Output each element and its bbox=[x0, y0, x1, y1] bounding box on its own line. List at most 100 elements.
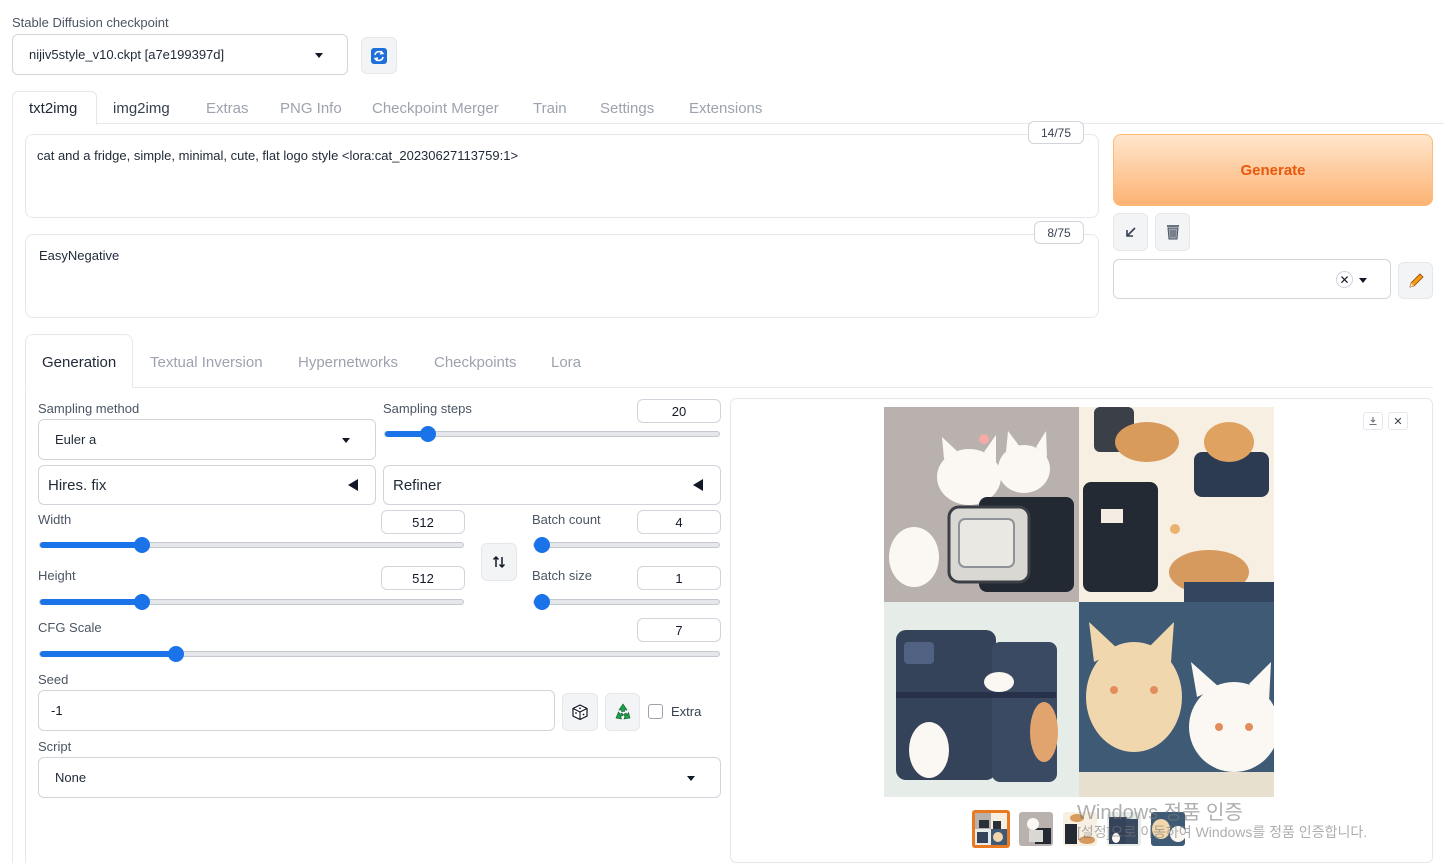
reuse-seed-button[interactable] bbox=[605, 693, 640, 731]
pencil-icon bbox=[1408, 272, 1424, 288]
width-input[interactable]: 512 bbox=[381, 510, 465, 534]
tab-checkpoints[interactable]: Checkpoints bbox=[434, 354, 517, 371]
tab-extensions[interactable]: Extensions bbox=[689, 100, 762, 117]
negative-token-counter: 8/75 bbox=[1034, 221, 1084, 244]
random-seed-button[interactable] bbox=[562, 693, 598, 731]
clear-prompt-button[interactable] bbox=[1155, 213, 1190, 251]
sampling-steps-slider[interactable] bbox=[384, 426, 720, 442]
script-select[interactable]: None bbox=[38, 757, 721, 798]
tab-lora[interactable]: Lora bbox=[551, 354, 581, 371]
extra-checkbox[interactable] bbox=[648, 704, 663, 719]
sampling-steps-label: Sampling steps bbox=[383, 401, 472, 416]
trash-icon bbox=[1166, 225, 1179, 240]
hires-fix-accordion[interactable]: Hires. fix bbox=[38, 465, 376, 505]
generated-image-2[interactable] bbox=[1079, 407, 1274, 602]
tab-settings[interactable]: Settings bbox=[600, 100, 654, 117]
windows-activation-title: Windows 정품 인증 bbox=[1077, 802, 1243, 824]
sampling-steps-input[interactable]: 20 bbox=[637, 399, 721, 423]
close-preview-button[interactable]: ✕ bbox=[1388, 412, 1408, 430]
refresh-checkpoint-button[interactable] bbox=[361, 37, 397, 74]
styles-dropdown[interactable]: ✕ bbox=[1113, 259, 1391, 299]
seed-value: -1 bbox=[51, 703, 63, 718]
sampling-method-select[interactable]: Euler a bbox=[38, 419, 376, 460]
tab-textual-inversion[interactable]: Textual Inversion bbox=[150, 354, 263, 371]
cat-fridge-illustration-3 bbox=[884, 602, 1079, 797]
height-input[interactable]: 512 bbox=[381, 566, 465, 590]
tab-img2img[interactable]: img2img bbox=[113, 100, 170, 117]
batch-count-input[interactable]: 4 bbox=[637, 510, 721, 534]
hires-fix-label: Hires. fix bbox=[48, 476, 107, 494]
width-label: Width bbox=[38, 512, 72, 527]
generate-button[interactable]: Generate bbox=[1113, 134, 1433, 206]
chevron-down-icon bbox=[315, 53, 323, 58]
refiner-label: Refiner bbox=[393, 476, 442, 494]
generated-image-4[interactable] bbox=[1079, 602, 1274, 797]
tab-txt2img-label[interactable]: txt2img bbox=[29, 100, 77, 117]
thumbnail-image-1 bbox=[1019, 812, 1053, 846]
cat-fridge-illustration-2 bbox=[1079, 407, 1274, 602]
cat-fridge-illustration-1 bbox=[884, 407, 1079, 602]
recycle-icon bbox=[615, 703, 630, 720]
batch-size-label: Batch size bbox=[532, 568, 592, 583]
grid-thumbnail-icon bbox=[975, 813, 1007, 845]
arrow-down-left-icon bbox=[1125, 227, 1136, 237]
checkpoint-select[interactable]: nijiv5style_v10.ckpt [a7e199397d] bbox=[12, 34, 348, 75]
tab-hypernetworks[interactable]: Hypernetworks bbox=[298, 354, 398, 371]
cat-illustration-4 bbox=[1079, 602, 1274, 797]
download-icon bbox=[1369, 417, 1377, 426]
script-value: None bbox=[55, 770, 87, 785]
thumbnail-1[interactable] bbox=[1019, 812, 1053, 846]
thumbnail-grid[interactable] bbox=[972, 810, 1010, 848]
refiner-accordion[interactable]: Refiner bbox=[383, 465, 721, 505]
prompt-text: cat and a fridge, simple, minimal, cute,… bbox=[37, 148, 519, 163]
swap-dimensions-button[interactable] bbox=[481, 543, 517, 581]
prompt-token-counter: 14/75 bbox=[1028, 121, 1084, 144]
sampling-method-value: Euler a bbox=[55, 432, 97, 447]
subpanel-left-border bbox=[25, 388, 26, 863]
tab-generation[interactable]: Generation bbox=[42, 354, 116, 371]
tab-extras[interactable]: Extras bbox=[206, 100, 249, 117]
refresh-icon bbox=[371, 47, 387, 64]
tab-checkpoint-merger[interactable]: Checkpoint Merger bbox=[372, 100, 499, 117]
panel-left-border bbox=[12, 124, 13, 863]
chevron-down-icon bbox=[687, 776, 695, 781]
tab-bar-divider bbox=[96, 123, 1444, 124]
height-slider[interactable] bbox=[39, 594, 464, 610]
checkpoint-label: Stable Diffusion checkpoint bbox=[12, 15, 169, 30]
cfg-scale-input[interactable]: 7 bbox=[637, 618, 721, 642]
collapse-triangle-icon bbox=[693, 479, 703, 491]
batch-count-label: Batch count bbox=[532, 512, 601, 527]
generated-image-3[interactable] bbox=[884, 602, 1079, 797]
seed-label: Seed bbox=[38, 672, 69, 687]
dice-icon bbox=[572, 704, 588, 721]
cfg-scale-slider[interactable] bbox=[39, 646, 720, 662]
subtab-divider bbox=[132, 387, 1433, 388]
edit-styles-button[interactable] bbox=[1398, 262, 1433, 299]
download-button[interactable] bbox=[1363, 412, 1383, 430]
script-label: Script bbox=[38, 739, 72, 754]
clear-x-icon[interactable]: ✕ bbox=[1336, 271, 1353, 288]
windows-activation-text: [설정]으로 이동하여 Windows를 정품 인증합니다. bbox=[1077, 824, 1368, 840]
paste-params-button[interactable] bbox=[1113, 213, 1148, 251]
batch-count-slider[interactable] bbox=[533, 537, 720, 553]
seed-input[interactable]: -1 bbox=[38, 690, 555, 731]
batch-size-slider[interactable] bbox=[533, 594, 720, 610]
negative-prompt-text: EasyNegative bbox=[39, 248, 120, 263]
negative-prompt-textarea[interactable]: EasyNegative bbox=[25, 234, 1099, 318]
chevron-down-icon bbox=[342, 438, 350, 443]
height-label: Height bbox=[38, 568, 76, 583]
extra-label: Extra bbox=[671, 704, 702, 719]
width-slider[interactable] bbox=[39, 537, 464, 553]
sampling-method-label: Sampling method bbox=[38, 401, 140, 416]
swap-arrows-icon bbox=[492, 555, 506, 569]
close-icon: ✕ bbox=[1393, 415, 1403, 428]
collapse-triangle-icon bbox=[348, 479, 358, 491]
checkpoint-value: nijiv5style_v10.ckpt [a7e199397d] bbox=[29, 47, 225, 62]
generated-image-1[interactable] bbox=[884, 407, 1079, 602]
cfg-scale-label: CFG Scale bbox=[38, 620, 102, 635]
chevron-down-icon bbox=[1359, 278, 1367, 283]
tab-png-info[interactable]: PNG Info bbox=[280, 100, 342, 117]
prompt-textarea[interactable]: cat and a fridge, simple, minimal, cute,… bbox=[25, 134, 1099, 218]
batch-size-input[interactable]: 1 bbox=[637, 566, 721, 590]
tab-train[interactable]: Train bbox=[533, 100, 567, 117]
